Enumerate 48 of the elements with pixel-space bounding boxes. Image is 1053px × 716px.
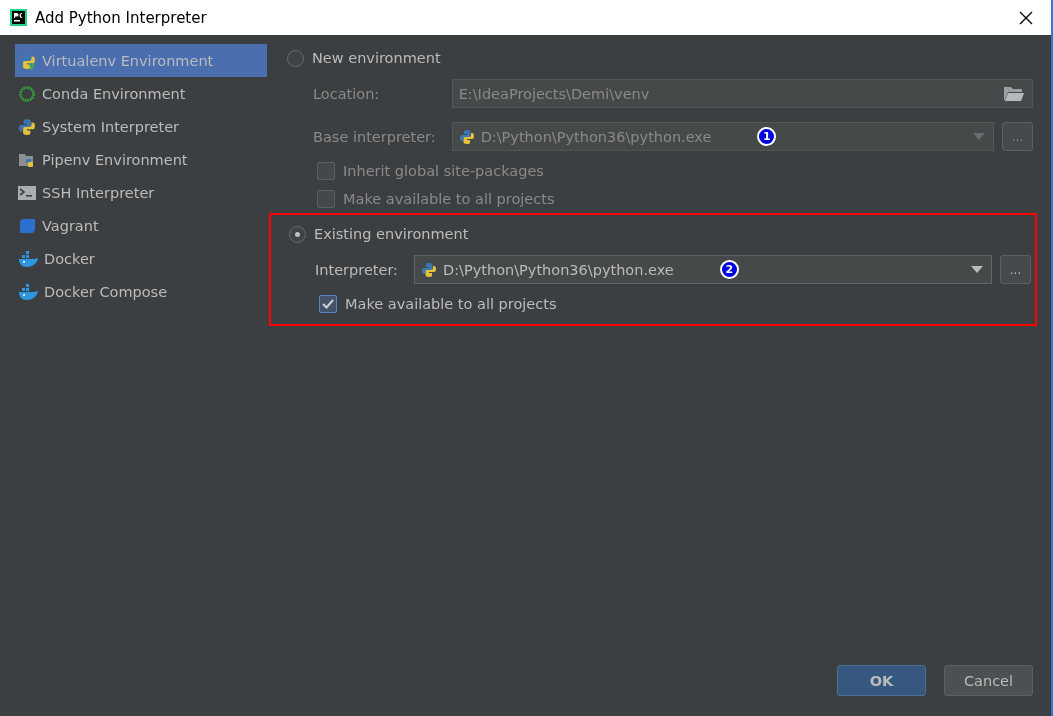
radio-label: New environment bbox=[312, 50, 441, 66]
field-label: Base interpreter: bbox=[313, 128, 436, 145]
number-marker: 1 bbox=[757, 127, 777, 146]
checkbox-label: Make available to all projects bbox=[343, 191, 555, 207]
sidebar-item[interactable]: Conda Environment bbox=[15, 77, 267, 110]
whale-icon bbox=[18, 249, 38, 268]
ring-icon bbox=[18, 84, 36, 103]
ok-button[interactable]: OK bbox=[837, 665, 926, 696]
checkbox-label: Inherit global site-packages bbox=[343, 163, 544, 179]
browse-button[interactable]: ... bbox=[1000, 255, 1031, 284]
cancel-button[interactable]: Cancel bbox=[944, 665, 1033, 696]
field-value: D:\Python\Python36\python.exe bbox=[443, 261, 674, 278]
sidebar-item[interactable]: Vagrant bbox=[15, 209, 267, 242]
interpreter-dropdown[interactable]: D:\Python\Python36\python.exe 2 bbox=[414, 255, 992, 284]
python-venv-icon bbox=[18, 51, 36, 70]
field-value: E:\IdeaProjects\Demi\venv bbox=[458, 85, 650, 102]
number-marker: 2 bbox=[719, 260, 739, 279]
sidebar-item-label: Docker Compose bbox=[44, 283, 168, 300]
dropdown-arrow-icon bbox=[973, 133, 985, 140]
sidebar-item-label: Docker bbox=[44, 250, 95, 267]
sidebar-item[interactable]: Pipenv Environment bbox=[15, 143, 267, 176]
checkbox[interactable] bbox=[319, 295, 337, 313]
whale-icon bbox=[18, 282, 38, 301]
python-icon bbox=[421, 261, 437, 278]
sidebar-item[interactable]: Docker Compose bbox=[15, 275, 267, 308]
radio-label: Existing environment bbox=[314, 226, 469, 242]
sidebar-item-label: SSH Interpreter bbox=[42, 184, 155, 201]
field-label: Interpreter: bbox=[315, 261, 398, 278]
dropdown-arrow-icon bbox=[971, 266, 983, 273]
sidebar-item[interactable]: System Interpreter bbox=[15, 110, 267, 143]
sidebar-item-label: System Interpreter bbox=[42, 118, 180, 135]
field-value: D:\Python\Python36\python.exe bbox=[480, 128, 712, 145]
sidebar-item-label: Virtualenv Environment bbox=[42, 52, 214, 69]
field-label: Location: bbox=[313, 85, 381, 102]
close-icon[interactable] bbox=[1019, 10, 1033, 25]
sidebar-item-label: Conda Environment bbox=[42, 85, 186, 102]
checkbox-label: Make available to all projects bbox=[345, 296, 557, 312]
radio-button[interactable] bbox=[289, 225, 306, 243]
sidebar-item[interactable]: SSH Interpreter bbox=[15, 176, 267, 209]
cube-icon bbox=[18, 217, 36, 234]
python-icon bbox=[18, 117, 36, 136]
terminal-icon bbox=[18, 184, 36, 201]
window-title: Add Python Interpreter bbox=[35, 8, 207, 27]
sidebar-item-label: Vagrant bbox=[42, 217, 99, 234]
app-logo-icon bbox=[10, 9, 27, 26]
python-icon bbox=[458, 128, 475, 145]
sidebar-item-label: Pipenv Environment bbox=[42, 151, 188, 168]
sidebar-item[interactable]: Docker bbox=[15, 242, 267, 275]
